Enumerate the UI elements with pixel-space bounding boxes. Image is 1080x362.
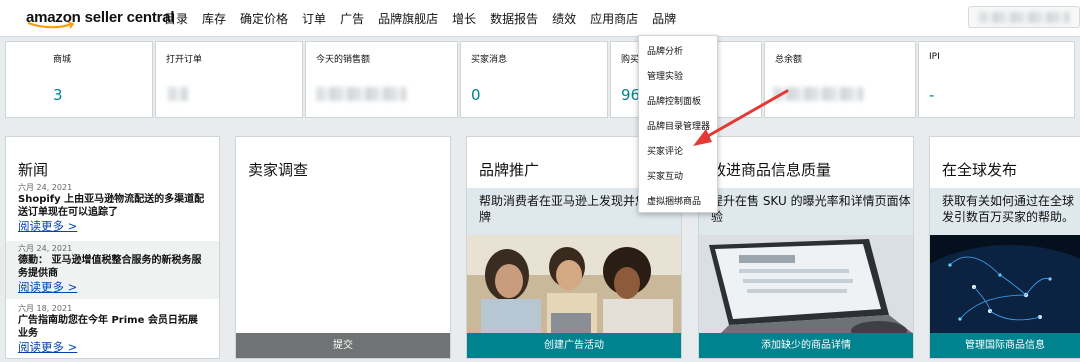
nav-advertising[interactable]: 广告: [340, 10, 364, 27]
blurred-value: [773, 87, 863, 101]
search-input[interactable]: [968, 6, 1080, 28]
amazon-smile-icon: [27, 22, 75, 29]
metric-label: 购买: [621, 55, 640, 65]
brand-promo-title: 品牌推广: [479, 161, 540, 179]
metric-value: 3: [53, 86, 63, 104]
metric-label: 打开订单: [166, 55, 203, 65]
seller-survey-card: 卖家调查 提交: [235, 136, 451, 359]
metric-label: 总余额: [775, 55, 803, 65]
listing-quality-description: 提升在售 SKU 的曝光率和详情页面体验: [699, 188, 913, 235]
nav-stores[interactable]: 品牌旗舰店: [378, 10, 438, 27]
blurred-value: [168, 87, 188, 101]
metric-label: 买家消息: [471, 55, 508, 65]
nav-brands[interactable]: 品牌: [652, 10, 677, 37]
news-headline[interactable]: 广告指南助您在今年 Prime 会员日拓展业务: [18, 314, 207, 340]
blurred-value: [316, 87, 406, 101]
nav-pricing[interactable]: 确定价格: [240, 10, 288, 27]
friends-photo-image: [467, 235, 681, 335]
news-item: 六月 24, 2021 德勤： 亚马逊增值税整合服务的新税务服务提供商 阅读更多…: [6, 241, 219, 299]
nav-performance[interactable]: 绩效: [552, 10, 576, 27]
metric-open-orders[interactable]: 打开订单: [155, 41, 303, 118]
news-item: 六月 18, 2021 广告指南助您在今年 Prime 会员日拓展业务 阅读更多…: [6, 303, 219, 358]
nav-appstore[interactable]: 应用商店: [590, 10, 638, 27]
brand-dropdown-menu: 品牌分析 管理实验 品牌控制面板 品牌目录管理器 买家评论 买家互动 虚拟捆绑商…: [638, 35, 718, 213]
metric-buyer-messages[interactable]: 买家消息 0: [460, 41, 608, 118]
metric-value: 0: [471, 86, 481, 104]
listing-quality-title: 改进商品信息质量: [711, 161, 832, 179]
survey-title: 卖家调查: [248, 161, 309, 179]
nav-reports[interactable]: 数据报告: [490, 10, 538, 27]
news-item: 六月 24, 2021 Shopify 上由亚马逊物流配送的多渠道配送订单现在可…: [6, 182, 219, 238]
main-menu: 目录 库存 确定价格 订单 广告 品牌旗舰店 增长 数据报告 绩效 应用商店 品…: [164, 10, 677, 37]
nav-catalog[interactable]: 目录: [164, 10, 188, 27]
global-description: 获取有关如何通过在全球发引数百万买家的帮助。: [930, 188, 1080, 235]
news-date: 六月 18, 2021: [18, 304, 73, 313]
metric-total-balance[interactable]: 总余额: [764, 41, 916, 118]
news-headline[interactable]: 德勤： 亚马逊增值税整合服务的新税务服务提供商: [18, 254, 207, 280]
metric-label: IPI: [929, 52, 940, 62]
news-date: 六月 24, 2021: [18, 183, 73, 192]
nav-orders[interactable]: 订单: [302, 10, 326, 27]
submit-button[interactable]: 提交: [236, 333, 450, 358]
metric-marketplaces[interactable]: 商城 3: [5, 41, 153, 118]
metric-label: 商城: [53, 55, 72, 65]
create-campaign-button[interactable]: 创建广告活动: [467, 333, 681, 358]
menu-item-virtual-bundles[interactable]: 虚拟捆绑商品: [647, 194, 701, 207]
menu-item-customer-engagement[interactable]: 买家互动: [647, 169, 683, 182]
nav-inventory[interactable]: 库存: [202, 10, 226, 27]
top-navigation-bar: amazon seller central 目录 库存 确定价格 订单 广告 品…: [0, 0, 1080, 37]
listing-quality-card: 改进商品信息质量 提升在售 SKU 的曝光率和详情页面体验 添加缺少的商品详情: [698, 136, 914, 359]
menu-item-brand-dashboard[interactable]: 品牌控制面板: [647, 94, 701, 107]
metric-label: 今天的销售额: [316, 55, 371, 65]
metric-todays-sales[interactable]: 今天的销售额: [305, 41, 458, 118]
menu-item-customer-reviews[interactable]: 买家评论: [647, 144, 683, 157]
news-headline[interactable]: Shopify 上由亚马逊物流配送的多渠道配送订单现在可以追踪了: [18, 193, 207, 219]
news-card: 新闻 六月 24, 2021 Shopify 上由亚马逊物流配送的多渠道配送订单…: [5, 136, 220, 359]
amazon-seller-central-logo[interactable]: amazon seller central: [26, 7, 175, 31]
laptop-photo-image: [699, 235, 913, 335]
blurred-account-info: [979, 12, 1069, 23]
read-more-link[interactable]: 阅读更多 >: [18, 219, 207, 234]
metric-ipi[interactable]: IPI -: [918, 41, 1075, 118]
menu-item-brand-catalog-manager[interactable]: 品牌目录管理器: [647, 119, 710, 132]
news-date: 六月 24, 2021: [18, 244, 73, 253]
read-more-link[interactable]: 阅读更多 >: [18, 340, 207, 355]
news-title: 新闻: [18, 161, 49, 179]
nav-growth[interactable]: 增长: [452, 10, 476, 27]
manage-international-listings-button[interactable]: 管理国际商品信息: [930, 333, 1080, 358]
menu-item-brand-analytics[interactable]: 品牌分析: [647, 44, 683, 57]
menu-item-manage-experiments[interactable]: 管理实验: [647, 69, 683, 82]
add-missing-details-button[interactable]: 添加缺少的商品详情: [699, 333, 913, 358]
read-more-link[interactable]: 阅读更多 >: [18, 280, 207, 295]
global-selling-card: 在全球发布 获取有关如何通过在全球发引数百万买家的帮助。 管理国际商品信息: [929, 136, 1080, 359]
metric-value: -: [929, 86, 935, 104]
global-title: 在全球发布: [942, 161, 1018, 179]
globe-network-image: [930, 235, 1080, 335]
